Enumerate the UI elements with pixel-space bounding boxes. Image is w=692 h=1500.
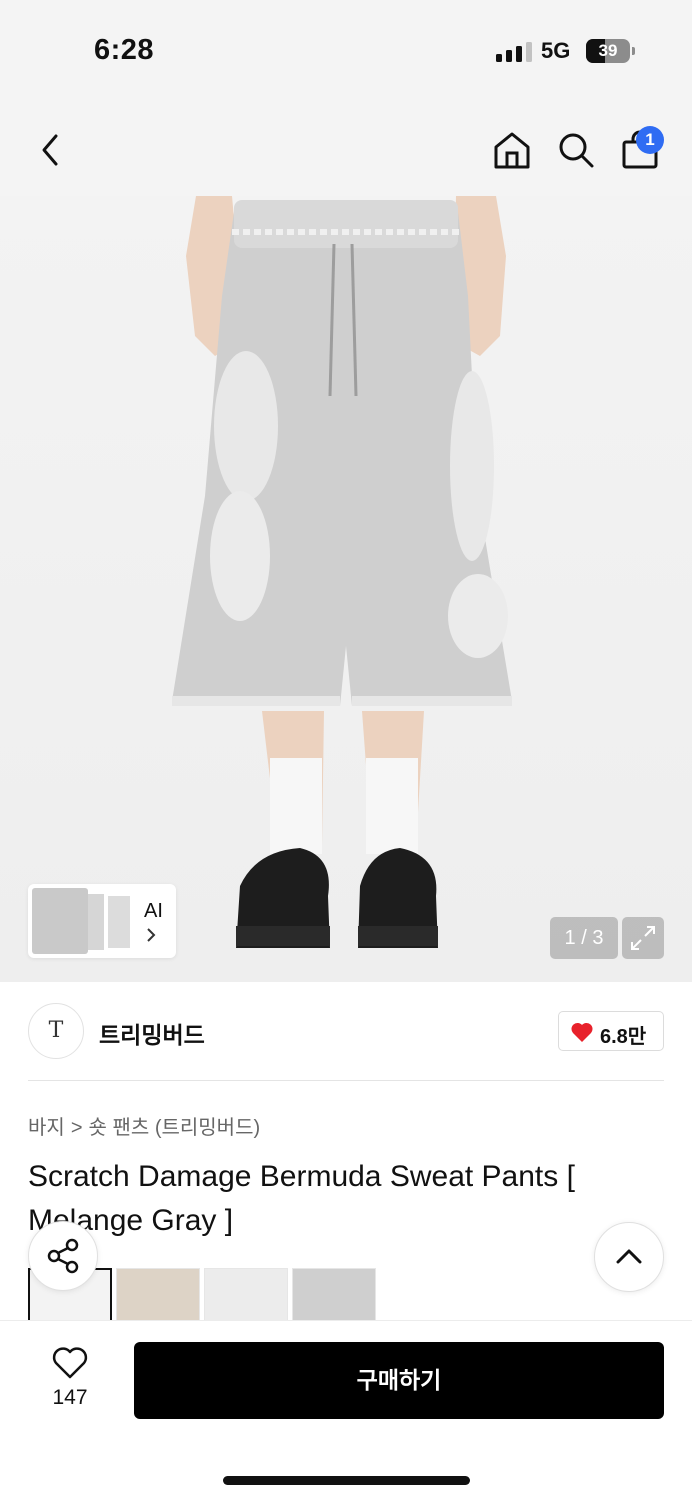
brand-logo[interactable]: T	[28, 1003, 84, 1059]
brand-name[interactable]: 트리밍버드	[99, 1016, 205, 1050]
divider	[28, 1080, 664, 1081]
battery-tip	[632, 47, 635, 55]
color-swatch-beige[interactable]	[116, 1268, 200, 1320]
thumbnail-image	[108, 896, 130, 948]
breadcrumb: 바지 > 숏 팬츠 (트리밍버드)	[28, 1111, 260, 1140]
scroll-top-button[interactable]	[594, 1222, 664, 1292]
ai-label: AI	[144, 900, 163, 922]
breadcrumb-item-category[interactable]: 바지	[28, 1117, 65, 1139]
chevron-left-icon[interactable]	[36, 132, 64, 168]
color-swatch-black[interactable]	[292, 1268, 376, 1320]
breadcrumb-item-subcategory[interactable]: 숏 팬츠 (트리밍버드)	[89, 1117, 261, 1139]
top-nav	[0, 100, 692, 196]
network-type: 5G	[541, 38, 571, 63]
product-image[interactable]	[0, 196, 692, 982]
share-icon	[47, 1238, 79, 1274]
expand-button[interactable]	[622, 917, 664, 959]
cart-badge: 1	[636, 126, 664, 154]
heart-outline-icon	[52, 1347, 88, 1379]
thumbnail-image	[88, 894, 104, 950]
heart-icon	[571, 1022, 593, 1042]
buy-button[interactable]: 구매하기	[134, 1342, 664, 1419]
battery-icon: 39	[586, 39, 630, 63]
wishlist-count: 147	[52, 1386, 88, 1409]
home-icon[interactable]	[492, 130, 532, 170]
product-photo	[172, 196, 512, 948]
image-counter: 1 / 3	[550, 917, 618, 959]
share-button[interactable]	[28, 1221, 98, 1291]
status-bar: 6:28 5G 39	[0, 0, 692, 100]
ai-similar-card[interactable]: AI	[28, 884, 176, 958]
product-title: Scratch Damage Bermuda Sweat Pants [ Mel…	[28, 1160, 575, 1237]
chevron-up-icon	[616, 1249, 642, 1264]
battery-level: 39	[598, 41, 618, 60]
signal-icon	[496, 42, 532, 62]
breadcrumb-separator: >	[70, 1117, 83, 1139]
chevron-right-icon	[147, 928, 156, 942]
brand-like-count: 6.8만	[600, 1026, 647, 1048]
status-time: 6:28	[94, 34, 155, 66]
color-swatch-ivory[interactable]	[204, 1268, 288, 1320]
expand-icon	[631, 926, 655, 950]
thumbnail-image	[32, 888, 88, 954]
brand-like-button[interactable]: 6.8만	[558, 1011, 664, 1051]
home-indicator	[223, 1476, 470, 1485]
search-icon[interactable]	[556, 130, 596, 170]
